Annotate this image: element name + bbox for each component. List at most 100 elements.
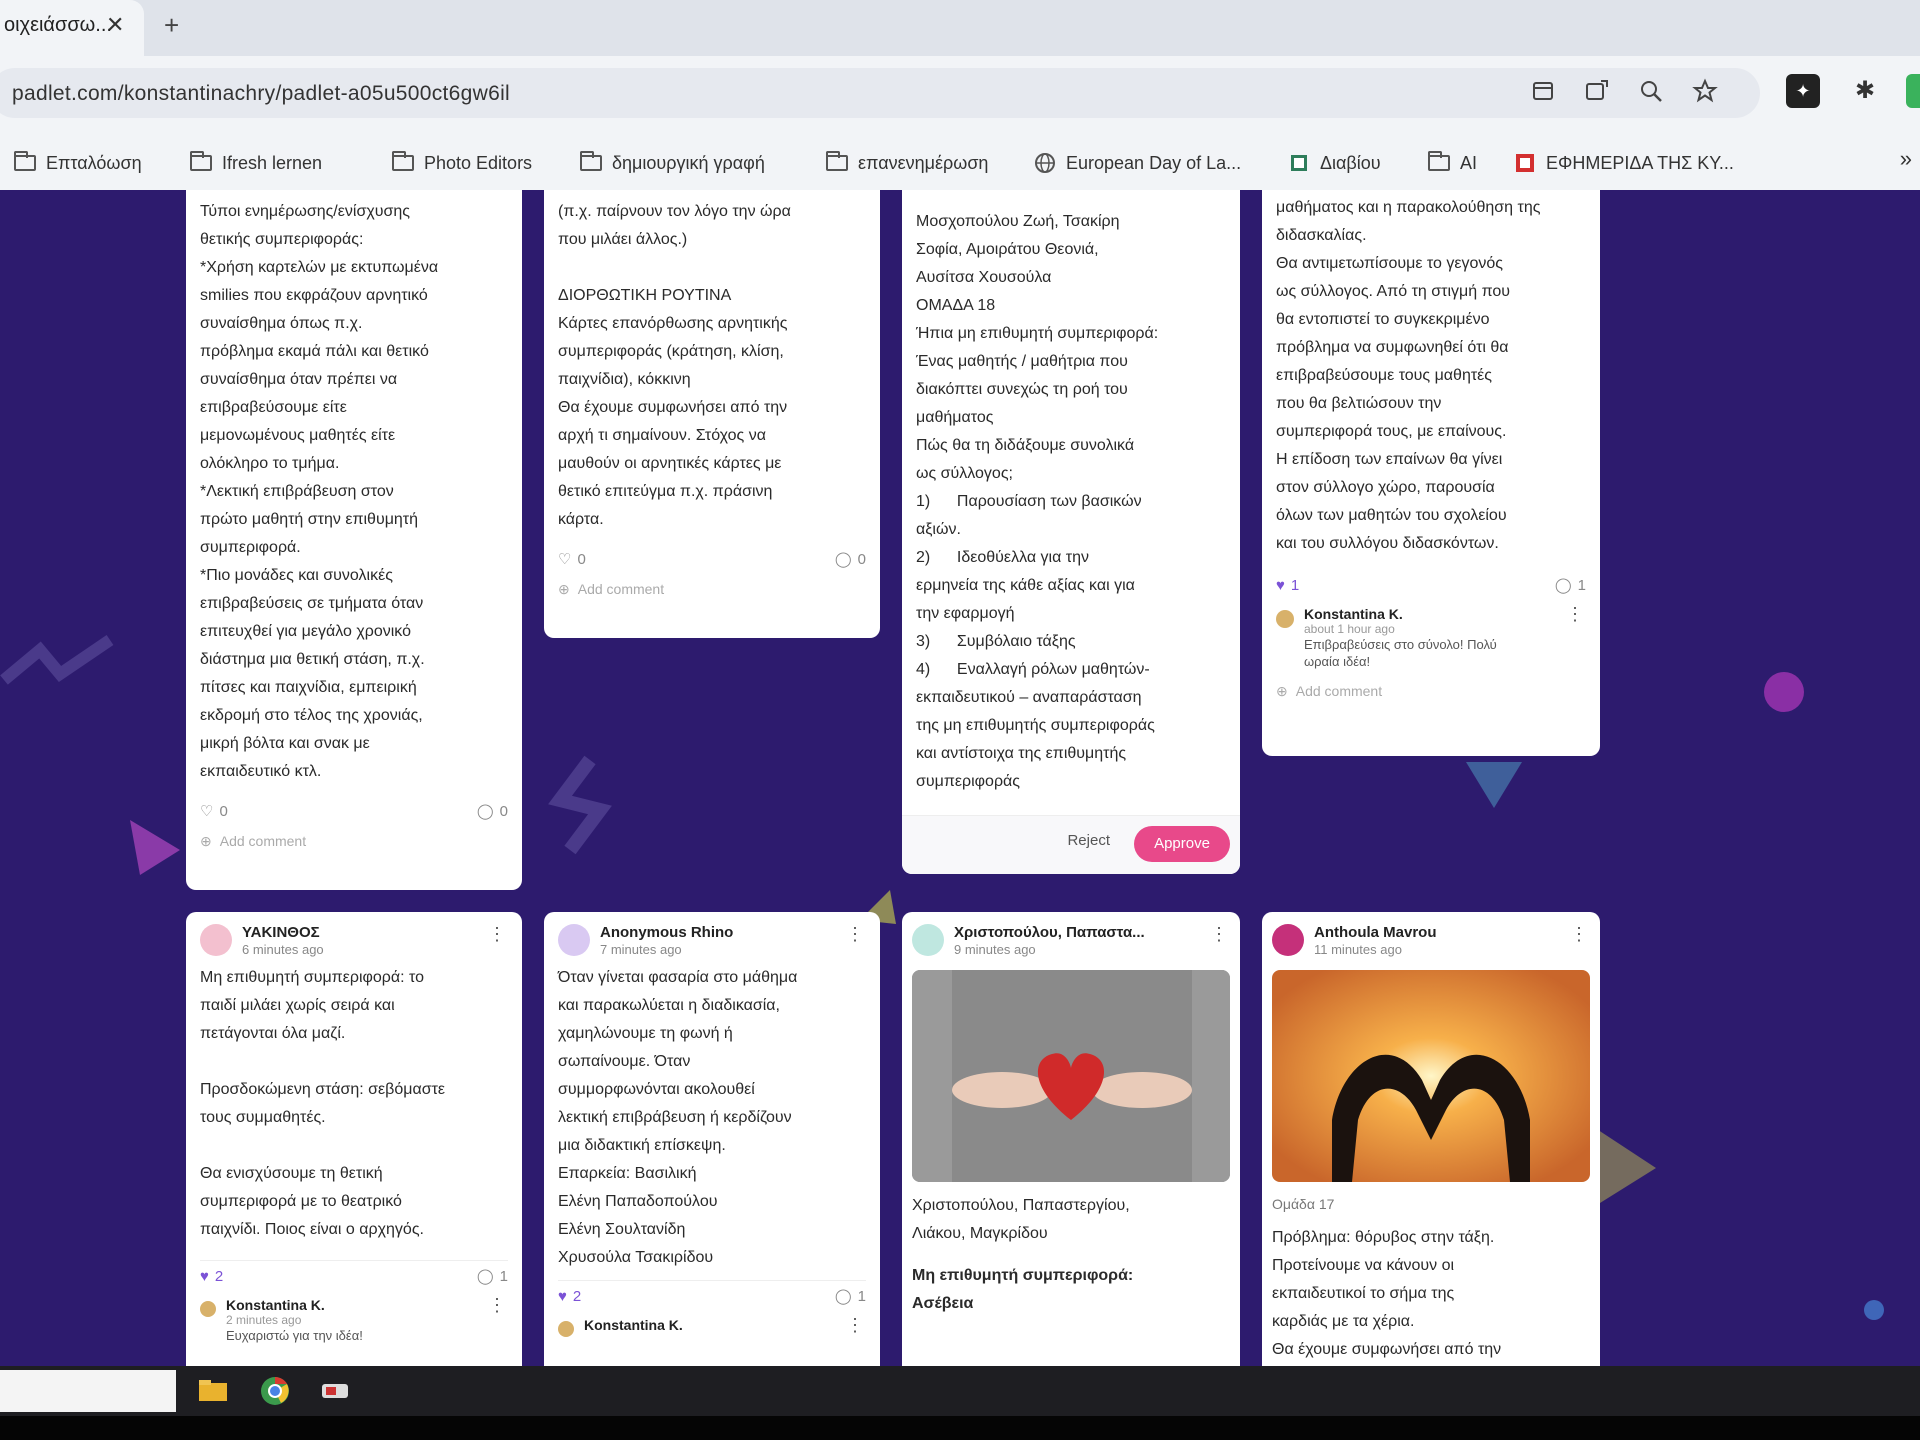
bottom-strip [0, 1416, 1920, 1440]
bookmark-item[interactable]: επανενημέρωση [826, 148, 988, 178]
comments-button[interactable]: ◯ 1 [1555, 576, 1586, 595]
more-options-icon[interactable]: ⋮ [1566, 604, 1584, 625]
chrome-icon[interactable] [258, 1374, 292, 1408]
post-body: μαθήματος και η παρακολούθηση της διδασκ… [1276, 199, 1541, 552]
bookmark-item[interactable]: Διαβίου [1288, 148, 1381, 178]
comments-button[interactable]: ◯ 0 [477, 802, 508, 821]
post-author: Anonymous Rhino [600, 924, 734, 941]
bookmark-item[interactable]: ΕΦΗΜΕΡΙΔΑ ΤΗΣ ΚΥ... [1514, 148, 1734, 178]
more-options-icon[interactable]: ⋮ [1210, 924, 1228, 945]
card-top-mask [902, 190, 1240, 192]
heart-filled-icon: ♥ [558, 1287, 567, 1305]
bookmark-item[interactable]: AI [1428, 148, 1477, 178]
post-body: Τύποι ενημέρωσης/ενίσχυσης θετικής συμπε… [200, 203, 439, 780]
folder-icon [1428, 151, 1450, 171]
post-time: 11 minutes ago [1314, 942, 1402, 957]
post-header: Χριστοπούλου, Παπαστα... 9 minutes ago ⋮ [912, 912, 1230, 958]
file-explorer-icon[interactable] [196, 1374, 230, 1408]
post-author: Χριστοπούλου, Παπαστα... [954, 924, 1145, 941]
plus-icon: ⊕ [200, 832, 212, 849]
comment-item: Konstantina K. 2 minutes ago Ευχαριστώ γ… [200, 1291, 508, 1350]
like-button[interactable]: ♥ 1 [1276, 577, 1299, 594]
post-card[interactable]: Anonymous Rhino 7 minutes ago ⋮ Όταν γίν… [544, 912, 880, 1366]
add-comment-button[interactable]: ⊕ Add comment [1276, 676, 1586, 706]
like-button[interactable]: ♡ 0 [558, 550, 586, 569]
news-icon [1516, 154, 1534, 172]
comment-author: Konstantina K. [1304, 606, 1403, 622]
post-card[interactable]: Τύποι ενημέρωσης/ενίσχυσης θετικής συμπε… [186, 190, 522, 890]
bookmarks-bar: Επταλόωση Ifresh lernen Photo Editors δη… [0, 136, 1920, 191]
post-card[interactable]: μαθήματος και η παρακολούθηση της διδασκ… [1262, 190, 1600, 756]
circle-decoration [1764, 672, 1804, 712]
add-comment-button[interactable]: ⊕ Add comment [200, 826, 508, 856]
post-body: Πρόβλημα: θόρυβος στην τάξη. Προτείνουμε… [1272, 1229, 1502, 1358]
comments-button[interactable]: ◯ 1 [477, 1267, 508, 1286]
approve-button[interactable]: Approve [1134, 826, 1230, 862]
comment-text: Επιβραβεύσεις στο σύνολο! Πολύ ωραία ιδέ… [1304, 637, 1497, 669]
address-bar[interactable]: padlet.com/konstantinachry/padlet-a05u50… [0, 68, 1760, 118]
puzzle-icon[interactable]: ✱ [1848, 74, 1882, 108]
avatar [1272, 924, 1304, 956]
post-card[interactable]: ΥΑΚΙΝΘΟΣ 6 minutes ago ⋮ Μη επιθυμητή συ… [186, 912, 522, 1366]
more-options-icon[interactable]: ⋮ [1570, 924, 1588, 945]
zoom-icon[interactable] [1636, 78, 1666, 108]
bookmark-item[interactable]: European Day of La... [1034, 148, 1241, 178]
post-body: Μη επιθυμητή συμπεριφορά: Ασέβεια [912, 1267, 1134, 1312]
more-options-icon[interactable]: ⋮ [846, 924, 864, 945]
post-image-sunset-heart[interactable] [1272, 970, 1590, 1182]
app-icon[interactable] [318, 1374, 352, 1408]
like-button[interactable]: ♡ 0 [200, 802, 228, 821]
post-body: Μοσχοπούλου Ζωή, Τσακίρη Σοφία, Αμοιράτο… [916, 213, 1159, 790]
comments-button[interactable]: ◯ 0 [835, 550, 866, 569]
post-reactions: ♡ 0 ◯ 0 [558, 544, 866, 574]
image-caption: Χριστοπούλου, Παπαστεργίου, Λιάκου, Μαγκ… [912, 1197, 1130, 1242]
more-options-icon[interactable]: ⋮ [846, 1315, 864, 1336]
tab-close-icon[interactable]: ✕ [106, 12, 124, 38]
post-reactions: ♥ 1 ◯ 1 [1276, 570, 1586, 600]
triangle-decoration [1466, 762, 1522, 808]
avatar [200, 924, 232, 956]
avatar [1276, 610, 1294, 628]
install-app-icon[interactable] [1582, 78, 1612, 108]
like-button[interactable]: ♥ 2 [200, 1268, 223, 1285]
os-taskbar [0, 1366, 1920, 1416]
comments-button[interactable]: ◯ 1 [835, 1287, 866, 1306]
post-image-hands-heart[interactable] [912, 970, 1230, 1182]
more-options-icon[interactable]: ⋮ [488, 1295, 506, 1316]
avatar [558, 1321, 574, 1337]
pending-post-card[interactable]: Μοσχοπούλου Ζωή, Τσακίρη Σοφία, Αμοιράτο… [902, 190, 1240, 874]
post-group-label: Ομάδα 17 [1272, 1196, 1335, 1212]
bookmark-item[interactable]: Photo Editors [392, 148, 532, 178]
comment-time: about 1 hour ago [1304, 622, 1395, 636]
bookmark-item[interactable]: δημιουργική γραφή [580, 148, 765, 178]
globe-icon [1035, 153, 1055, 173]
bookmark-item[interactable]: Επταλόωση [14, 148, 142, 178]
reading-list-icon[interactable] [1528, 78, 1558, 108]
bookmark-item[interactable]: Ifresh lernen [190, 148, 322, 178]
avatar [558, 924, 590, 956]
add-comment-button[interactable]: ⊕ Add comment [558, 574, 866, 604]
heart-outline-icon: ♡ [200, 803, 214, 820]
post-card[interactable]: (π.χ. παίρνουν τον λόγο την ώρα που μιλά… [544, 190, 880, 638]
plus-icon: ⊕ [1276, 682, 1288, 699]
extension-icon[interactable]: ✦ [1786, 74, 1820, 108]
more-options-icon[interactable]: ⋮ [488, 924, 506, 945]
taskbar-search-box[interactable] [0, 1370, 176, 1412]
padlet-board: Τύποι ενημέρωσης/ενίσχυσης θετικής συμπε… [0, 190, 1920, 1366]
new-tab-icon[interactable]: + [164, 10, 179, 41]
avatar [912, 924, 944, 956]
active-tab[interactable]: οιχειάσσω... ✕ [0, 0, 144, 56]
heart-filled-icon: ♥ [1276, 576, 1285, 594]
post-card[interactable]: Anthoula Mavrou 11 minutes ago ⋮ Ομάδα 1… [1262, 912, 1600, 1366]
reject-button[interactable]: Reject [1067, 832, 1110, 849]
avatar [200, 1301, 216, 1317]
post-header: Anonymous Rhino 7 minutes ago ⋮ [558, 912, 866, 958]
profile-icon[interactable] [1906, 74, 1920, 108]
bookmark-star-icon[interactable] [1690, 78, 1720, 108]
bookmarks-more-icon[interactable]: » [1900, 146, 1912, 172]
like-button[interactable]: ♥ 2 [558, 1288, 581, 1305]
post-author: Anthoula Mavrou [1314, 924, 1437, 941]
post-card[interactable]: Χριστοπούλου, Παπαστα... 9 minutes ago ⋮… [902, 912, 1240, 1366]
post-time: 6 minutes ago [242, 942, 324, 957]
folder-icon [580, 151, 602, 171]
